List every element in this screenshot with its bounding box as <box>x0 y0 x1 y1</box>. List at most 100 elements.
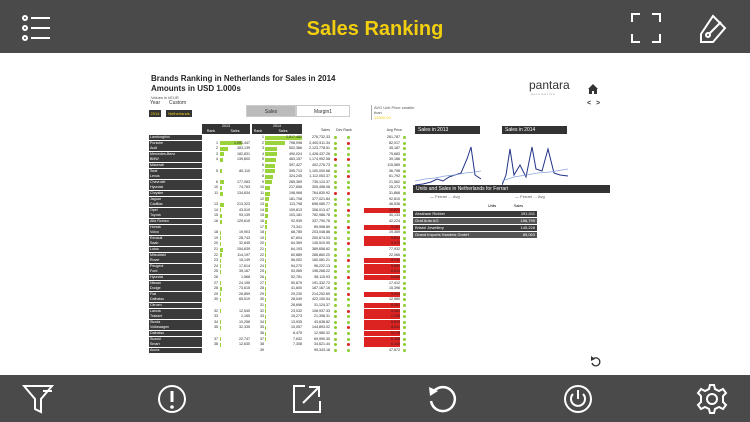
rank-2014-value: 29 <box>260 291 264 296</box>
sales-2014-value: 285,369 <box>289 179 302 184</box>
table-row[interactable]: Skoda 10,256 34 34 13,935 43,638.82 6,519 <box>0 319 410 325</box>
table-row[interactable]: Mercedes-Benz 182,831 3 4 490,024 1,428,437.2… <box>0 151 410 157</box>
dev-rank-dot <box>347 309 350 313</box>
table-row[interactable]: Mitsubishi 114,197 22 22 60,889 286,860.20 22,… <box>0 252 410 258</box>
table-row[interactable]: Lamborghini 1 1,517,482 276,732.33 261,787 <box>0 135 410 140</box>
alert-icon[interactable] <box>156 383 188 415</box>
nav-prev-button[interactable]: < <box>587 100 591 107</box>
avg-price-value: 30,133 <box>389 213 400 218</box>
table-row[interactable]: Audi 383,139 2 3 502,366 2,123,778.51 45,187 <box>0 146 410 152</box>
bottom-toolbar <box>0 375 750 422</box>
dev-rank-dot <box>347 348 350 352</box>
dev-rank-dot <box>347 281 350 285</box>
sales-2013-value <box>220 225 250 230</box>
spark-2014-legend: — Ferrari — Avg <box>515 194 545 199</box>
table-row[interactable]: Cadillac 213,323 13 13 113,798 698,080.77 46,5… <box>0 202 410 208</box>
brand-name: Cadillac <box>150 202 163 207</box>
dev-indicator-dot <box>334 164 337 167</box>
table-row[interactable]: Lexus 8 324,245 1,112,053.37 61,792 <box>0 174 410 180</box>
table-row[interactable]: Chrysler 134,634 11 11 198,968 764,830.92 31,8… <box>0 191 410 196</box>
ferrari-row[interactable]: Bristol Jewellery 145,228 <box>413 225 537 231</box>
table-row[interactable]: Alfa Romeo 129,615 16 16 92,939 337,790.76 42,… <box>0 219 410 224</box>
table-row[interactable]: Hyundai 1,568 26 26 52,781 58,115.93 6,843 <box>0 275 410 280</box>
avg-price-value: 115,589 <box>387 163 400 167</box>
rank-2013-value <box>202 303 218 308</box>
home-icon[interactable] <box>586 82 600 96</box>
sales-2013-value: 32,845 <box>239 241 250 246</box>
table-row[interactable]: Trabant 1,165 33 33 15,273 21,398.31 2,139 <box>0 314 410 320</box>
table-row[interactable]: Volvo 19,903 18 18 68,785 203,048.88 19,369 <box>0 230 410 236</box>
table-row[interactable]: Acura 39 95,343.18 47,672 <box>0 347 410 353</box>
table-row[interactable]: Maserati 6 397,427 402,276.73 115,589 <box>0 163 410 168</box>
rank-2013-value: 15 <box>214 213 218 218</box>
table-row[interactable]: Lancia 12,540 32 32 23,032 108,937.33 9,062 <box>0 308 410 314</box>
export-icon[interactable] <box>291 383 323 415</box>
rank-2013-value: 26 <box>214 275 218 279</box>
table-row[interactable]: Smart 12,630 38 38 7,308 34,621.44 6,105 <box>0 342 410 348</box>
filter-year-button[interactable]: 2014 <box>149 110 161 117</box>
table-row[interactable]: Fiat 26,859 29 29 29,230 214,252.69 9,244 <box>0 291 410 297</box>
dev-indicator-dot <box>334 225 337 229</box>
filter-custom-button[interactable]: Netherlands <box>166 110 192 117</box>
fullscreen-icon[interactable] <box>630 12 662 44</box>
reload-icon[interactable] <box>426 383 458 415</box>
table-row[interactable]: Daihatsu 36 8,475 12,980.32 5,178 <box>0 331 410 336</box>
sales-total-value: 1,100,000.68 <box>309 168 330 173</box>
table-row[interactable]: Rover 15,149 23 23 56,002 160,081.21 8,211 <box>0 258 410 264</box>
sales-total-value: 276,732.33 <box>312 135 330 139</box>
dev-rank-dot <box>347 231 350 235</box>
table-row[interactable]: Toyota 93,139 15 15 103,181 782,986.78 30,133 <box>0 213 410 219</box>
table-row[interactable]: Chevrolet 177,083 6 9 285,369 735,124.37 21,56… <box>0 179 410 185</box>
filter-tag[interactable]: AVG Unit Price smaller than 13400.00 <box>371 105 415 120</box>
table-row[interactable]: Nissan 24,195 27 27 50,679 191,332.72 17,412 <box>0 280 410 286</box>
sales-2013-value <box>220 174 250 179</box>
table-row[interactable]: Daihatsu 65,519 30 30 28,049 422,150.54 12,960 <box>0 297 410 303</box>
dev-indicator-dot <box>334 208 337 212</box>
tag-icon[interactable] <box>697 12 729 44</box>
rank-2013-value: 25 <box>214 269 218 274</box>
table-row[interactable]: Suzuki 22,747 37 37 7,632 69,990.30 6,308 <box>0 336 410 342</box>
dev-indicator-dot <box>334 326 337 330</box>
ferrari-row[interactable]: Abraham Richter 191,011 <box>413 211 537 217</box>
rank-2014-value: 27 <box>260 280 264 285</box>
toggle-margin[interactable]: Margin1 <box>296 105 350 117</box>
toggle-sales[interactable]: Sales <box>246 105 296 117</box>
status-dot <box>403 164 406 167</box>
table-row[interactable]: Volkswagen 32,335 35 35 10,057 144,893.02 8,61… <box>0 325 410 331</box>
sales-2013-value: 15,149 <box>239 258 250 263</box>
sales-2013-value: 383,139 <box>237 146 250 151</box>
rank-2014-value: 19 <box>260 235 264 240</box>
table-row[interactable]: Dodge 73,615 28 28 41,600 187,167.16 15,396 <box>0 286 410 292</box>
table-row[interactable]: Hyundai 74,763 10 10 217,656 305,498.08 25,273 <box>0 185 410 191</box>
brand-name: Lexus <box>150 174 160 179</box>
table-row[interactable]: BMW 139,800 4 5 463,157 1,174,992.58 39,166 <box>0 157 410 163</box>
table-row[interactable]: Jaguar 12 181,708 377,021.84 92,810 <box>0 196 410 202</box>
table-row[interactable]: Saab 32,845 20 20 64,369 145,510.90 9,070 <box>0 241 410 247</box>
nav-next-button[interactable]: > <box>596 100 600 107</box>
rank-2013-value: 4 <box>216 157 218 162</box>
settings-icon[interactable] <box>696 383 728 415</box>
table-row[interactable]: Lotus 154,639 21 21 64,193 389,658.62 77,932 <box>0 247 410 252</box>
table-row[interactable]: Ford 35,167 25 25 53,065 196,268.22 8,514 <box>0 269 410 275</box>
table-row[interactable]: Renault 28,743 19 19 67,604 250,674.03 9,810 <box>0 235 410 241</box>
table-row[interactable]: Opel 43,519 14 14 109,813 308,013.47 10,621 <box>0 207 410 213</box>
ferrari-row[interactable]: Graf Auto AG 156,799 <box>413 218 537 224</box>
avg-price-value: 6,519 <box>391 319 400 324</box>
avg-price-value: 9,070 <box>391 241 400 246</box>
table-row[interactable]: Citroen 31 26,696 31,124.37 8,391 <box>0 303 410 308</box>
power-icon[interactable] <box>562 383 594 415</box>
table-row[interactable]: Porsche 1,091,447 1 2 798,098 2,400,511.34 82,… <box>0 140 410 146</box>
table-row[interactable]: Honda 17 73,341 89,998.89 9,103 <box>0 224 410 230</box>
dev-indicator-dot <box>334 152 337 156</box>
table-row[interactable]: Peugeot 17,614 24 24 54,270 96,222.13 9,662 <box>0 263 410 269</box>
filter-icon[interactable] <box>21 383 55 415</box>
ferrari-customer-name: Grand Imports Handels GmbH <box>415 232 470 237</box>
sales-total-value: 764,830.92 <box>312 191 330 195</box>
undo-icon[interactable] <box>590 354 602 367</box>
rank-2014-value: 30 <box>260 297 264 302</box>
table-row[interactable]: Seat 80,110 5 7 395,713 1,100,000.68 36,798 <box>0 168 410 174</box>
brand-name: Chrysler <box>150 191 164 195</box>
sales-2013-value: 129,615 <box>237 219 250 223</box>
ferrari-row[interactable]: Grand Imports Handels GmbH 85,063 <box>413 232 537 238</box>
sales-2013-value: 32,335 <box>239 325 250 330</box>
